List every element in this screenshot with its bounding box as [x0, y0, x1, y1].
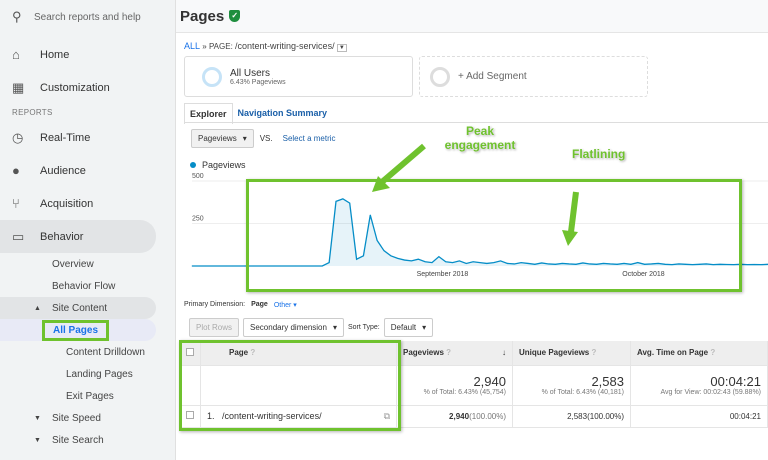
sort-type-dropdown[interactable]: Default ▾ — [383, 318, 434, 337]
sidebar: ⚲ Search reports and help ⌂ Home ▦ Customiz… — [0, 0, 176, 460]
dimension-page[interactable]: Page — [251, 301, 268, 309]
annotation-flatlining: Flatlining — [572, 147, 626, 161]
main: Pages ✓ ALL » PAGE: /content-writing-serv… — [176, 0, 768, 460]
acquisition-icon: ⑂ — [12, 196, 20, 211]
caret-down-icon: ▼ — [34, 436, 41, 444]
customization-icon: ▦ — [12, 79, 25, 95]
dimension-other[interactable]: Other ▾ — [274, 301, 297, 309]
peak-arrow-icon — [372, 143, 426, 192]
sidebar-item-site-speed[interactable]: ▼ Site Speed — [0, 407, 175, 429]
help-icon: ? — [446, 348, 452, 358]
plot-rows-button[interactable]: Plot Rows — [189, 318, 240, 337]
home-icon: ⌂ — [12, 47, 20, 62]
caret-down-icon: ▼ — [34, 414, 41, 422]
sidebar-item-exit-pages[interactable]: Exit Pages — [0, 385, 175, 407]
behavior-icon: ▭ — [12, 228, 25, 244]
sidebar-item-content-drilldown[interactable]: Content Drilldown — [0, 341, 175, 363]
header-pageviews[interactable]: Pageviews ? ↓ — [396, 341, 513, 366]
sidebar-item-behavior-flow[interactable]: Behavior Flow — [0, 275, 175, 297]
search-reports[interactable]: ⚲ Search reports and help — [0, 0, 175, 34]
clock-icon: ◷ — [12, 129, 24, 145]
sidebar-item-behavior[interactable]: ▭ Behavior — [0, 220, 156, 253]
secondary-dimension-dropdown[interactable]: Secondary dimension ▾ — [243, 318, 344, 337]
help-icon: ? — [710, 348, 716, 358]
sidebar-item-site-content[interactable]: ▲ Site Content — [0, 297, 156, 319]
reports-section-label: REPORTS — [12, 108, 53, 117]
header-unique-pageviews[interactable]: Unique Pageviews ? — [512, 341, 631, 366]
sidebar-item-site-search[interactable]: ▼ Site Search — [0, 429, 175, 451]
sort-desc-icon: ↓ — [502, 348, 506, 358]
sidebar-item-audience[interactable]: ● Audience — [0, 154, 175, 187]
header-avg-time[interactable]: Avg. Time on Page ? — [630, 341, 768, 366]
primary-dimension: Primary Dimension: Page Other ▾ — [184, 301, 297, 309]
search-icon: ⚲ — [12, 9, 22, 24]
sidebar-item-acquisition[interactable]: ⑂ Acquisition — [0, 187, 175, 220]
caret-down-icon: ▾ — [422, 323, 427, 332]
sidebar-item-overview[interactable]: Overview — [0, 253, 175, 275]
annotation-peak: Peak engagement — [444, 124, 516, 152]
sidebar-item-landing-pages[interactable]: Landing Pages — [0, 363, 175, 385]
caret-up-icon: ▲ — [34, 304, 41, 312]
sidebar-item-home[interactable]: ⌂ Home — [0, 38, 175, 71]
help-icon: ? — [591, 348, 597, 358]
page-column-highlight-box — [179, 340, 401, 431]
flatline-arrow-icon — [562, 191, 579, 246]
person-icon: ● — [12, 163, 20, 178]
sidebar-item-realtime[interactable]: ◷ Real-Time — [0, 121, 175, 154]
sidebar-item-customization[interactable]: ▦ Customization — [0, 71, 175, 104]
caret-down-icon: ▾ — [332, 323, 337, 332]
sidebar-item-all-pages[interactable]: All Pages — [0, 319, 156, 341]
